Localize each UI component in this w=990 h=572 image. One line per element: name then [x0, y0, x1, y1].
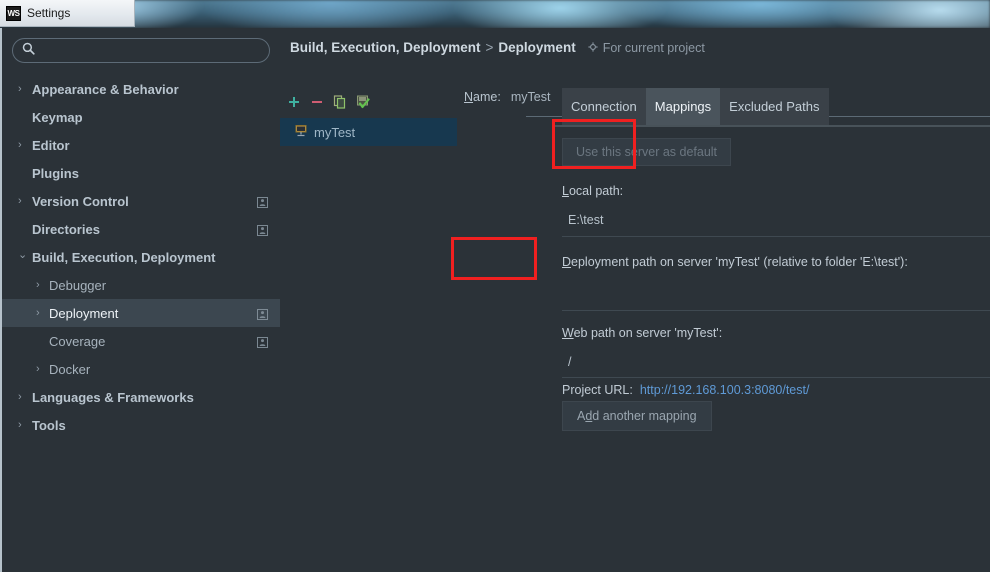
sidebar-item-build-execution-deployment[interactable]: ⌄ Build, Execution, Deployment: [2, 243, 280, 271]
project-url-link[interactable]: http://192.168.100.3:8080/test/: [640, 383, 810, 397]
server-name-label: myTest: [314, 124, 356, 140]
web-path-value[interactable]: /: [568, 355, 571, 369]
desktop-wallpaper: [0, 0, 990, 28]
sidebar-item-docker[interactable]: › Docker: [2, 355, 280, 383]
local-path-rule: [562, 236, 990, 237]
web-path-label: Web path on server 'myTest':: [562, 326, 723, 340]
project-url-label: Project URL:: [562, 383, 633, 397]
add-server-icon[interactable]: [286, 94, 302, 110]
sidebar-item-label: Keymap: [32, 109, 83, 125]
sidebar-item-label: Debugger: [49, 277, 107, 293]
deployment-tabs: Connection Mappings Excluded Paths: [562, 88, 829, 125]
local-path-label: Local path:: [562, 184, 624, 198]
window-title: Settings: [27, 6, 71, 20]
chevron-right-icon[interactable]: ›: [18, 139, 32, 151]
webstorm-app-icon: WS: [6, 5, 21, 21]
use-server-as-default-button[interactable]: Use this server as default: [562, 138, 732, 166]
sidebar-item-deployment[interactable]: › Deployment: [2, 299, 280, 327]
settings-dialog: › Appearance & Behavior Keymap › Editor Plugi…: [0, 28, 990, 572]
sidebar-item-editor[interactable]: › Editor: [2, 131, 280, 159]
sidebar-item-label: Version Control: [32, 193, 129, 209]
settings-sidebar: › Appearance & Behavior Keymap › Editor Plugi…: [2, 28, 280, 572]
copy-server-icon[interactable]: [332, 94, 348, 110]
sidebar-item-directories[interactable]: Directories: [2, 215, 280, 243]
tab-label: Connection: [571, 99, 637, 114]
name-label: Name:: [464, 90, 501, 104]
sidebar-item-version-control[interactable]: › Version Control: [2, 187, 280, 215]
chevron-right-icon[interactable]: ›: [18, 83, 32, 95]
sidebar-item-keymap[interactable]: Keymap: [2, 103, 280, 131]
sidebar-item-label: Docker: [49, 361, 91, 377]
deployment-path-rule: [562, 310, 990, 311]
chevron-right-icon[interactable]: ›: [18, 391, 32, 403]
scope-gear-icon: [588, 41, 598, 55]
server-list: myTest: [280, 118, 457, 146]
sidebar-item-label: Directories: [32, 221, 100, 237]
window-title-bar: WS Settings: [0, 0, 135, 27]
sidebar-item-appearance-behavior[interactable]: › Appearance & Behavior: [2, 75, 280, 103]
chevron-down-icon[interactable]: ⌄: [18, 248, 32, 261]
breadcrumb: Build, Execution, Deployment > Deploymen…: [290, 40, 705, 55]
tab-mappings[interactable]: Mappings: [645, 88, 721, 125]
add-another-mapping-button[interactable]: Add another mapping: [562, 401, 712, 431]
breadcrumb-root: Build, Execution, Deployment: [290, 40, 481, 55]
search-icon: [22, 42, 35, 60]
local-path-value[interactable]: E:\test: [568, 213, 603, 227]
tab-strip-underline: [552, 125, 990, 127]
sidebar-item-label: Coverage: [49, 333, 106, 349]
breadcrumb-scope: For current project: [588, 41, 705, 55]
copyable-settings-icon: [257, 308, 268, 320]
settings-tree: › Appearance & Behavior Keymap › Editor Plugi…: [2, 75, 280, 439]
tab-label: Excluded Paths: [729, 99, 820, 114]
breadcrumb-separator: >: [485, 40, 494, 55]
server-list-item[interactable]: myTest: [280, 118, 457, 146]
sidebar-item-label: Appearance & Behavior: [32, 81, 179, 97]
search-wrapper: [2, 34, 280, 63]
remove-server-icon[interactable]: [309, 94, 325, 110]
set-default-server-icon[interactable]: [355, 94, 371, 110]
sidebar-item-label: Deployment: [49, 305, 119, 321]
sidebar-item-label: Tools: [32, 417, 66, 433]
tab-label: Mappings: [654, 99, 712, 114]
web-path-rule: [562, 377, 990, 378]
remote-host-icon: [294, 124, 308, 141]
scope-label: For current project: [602, 40, 705, 55]
sidebar-item-debugger[interactable]: › Debugger: [2, 271, 280, 299]
copyable-settings-icon: [257, 336, 268, 348]
sidebar-item-label: Build, Execution, Deployment: [32, 249, 216, 265]
deployment-path-label: Deployment path on server 'myTest' (rela…: [562, 255, 908, 269]
sidebar-item-plugins[interactable]: Plugins: [2, 159, 280, 187]
sidebar-item-tools[interactable]: › Tools: [2, 411, 280, 439]
settings-content-pane: Build, Execution, Deployment > Deploymen…: [280, 28, 990, 572]
server-list-toolbar: [286, 94, 371, 110]
chevron-right-icon[interactable]: ›: [18, 419, 32, 431]
breadcrumb-leaf: Deployment: [498, 40, 576, 55]
copyable-settings-icon: [257, 196, 268, 208]
search-input[interactable]: [35, 43, 269, 58]
sidebar-item-label: Editor: [32, 137, 70, 153]
chevron-right-icon[interactable]: ›: [36, 279, 49, 291]
project-url-row: Project URL: http://192.168.100.3:8080/t…: [562, 383, 809, 397]
chevron-right-icon[interactable]: ›: [36, 363, 49, 375]
tab-connection[interactable]: Connection: [562, 88, 646, 125]
sidebar-item-label: Languages & Frameworks: [32, 389, 194, 405]
copyable-settings-icon: [257, 224, 268, 236]
sidebar-item-languages-frameworks[interactable]: › Languages & Frameworks: [2, 383, 280, 411]
search-box[interactable]: [12, 38, 270, 63]
sidebar-item-label: Plugins: [32, 165, 79, 181]
tab-excluded-paths[interactable]: Excluded Paths: [720, 88, 828, 125]
name-value[interactable]: myTest: [511, 90, 551, 104]
chevron-right-icon[interactable]: ›: [18, 195, 32, 207]
chevron-right-icon[interactable]: ›: [36, 307, 49, 319]
sidebar-item-coverage[interactable]: Coverage: [2, 327, 280, 355]
